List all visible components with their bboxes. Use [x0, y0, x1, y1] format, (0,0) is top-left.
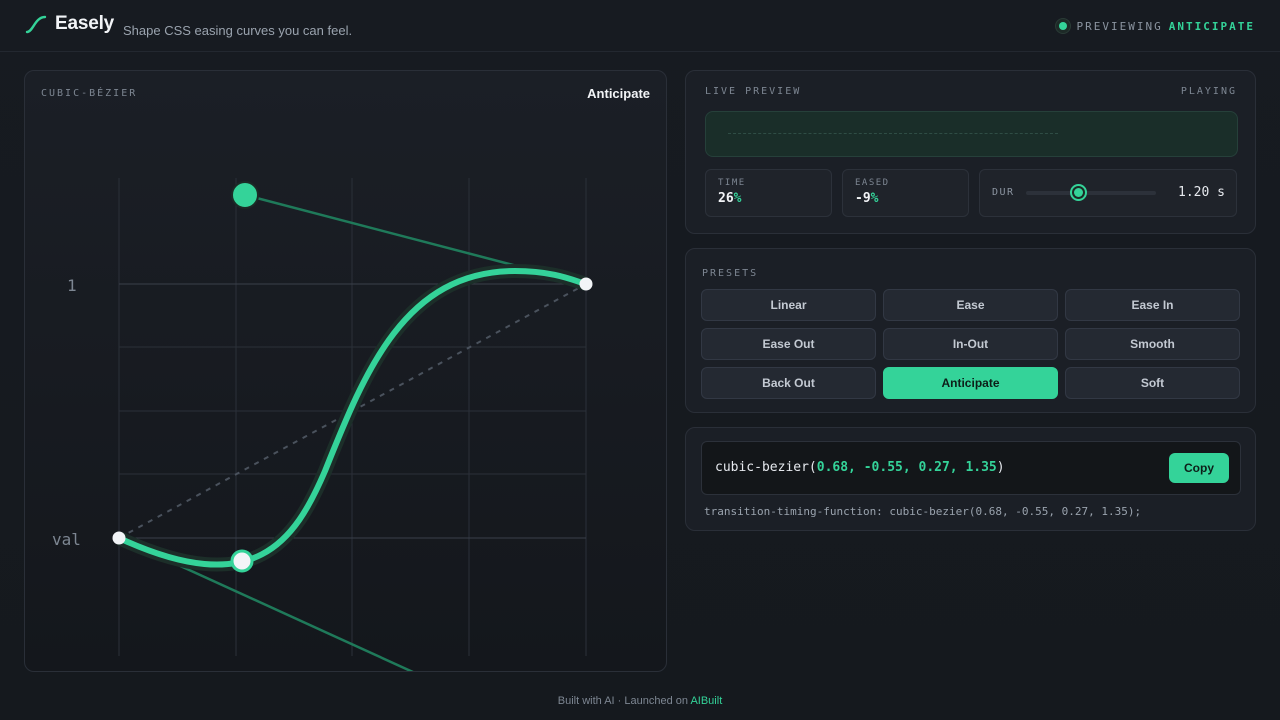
preset-button-ease-in[interactable]: Ease In [1065, 289, 1240, 321]
tagline: Shape CSS easing curves you can feel. [123, 23, 353, 38]
eased-readout: EASED -9% [842, 169, 969, 217]
curve-logo-icon [25, 15, 47, 34]
time-value: 26% [718, 191, 742, 206]
previewing-indicator: PREVIEWING ANTICIPATE [1054, 18, 1255, 34]
axis-label-bottom: val [52, 530, 81, 549]
footer: Built with AI · Launched on AIBuilt [0, 695, 1280, 707]
preset-button-anticipate[interactable]: Anticipate [883, 367, 1058, 399]
bezier-curve-canvas[interactable]: 1 val [25, 71, 667, 672]
duration-slider-thumb[interactable] [1070, 184, 1087, 201]
brand-name: Easely [55, 13, 115, 34]
duration-control: DUR 1.20 s [979, 169, 1237, 217]
status-dot-icon [1054, 18, 1071, 34]
presets-label: PRESETS [702, 268, 759, 279]
time-readout: TIME 26% [705, 169, 832, 217]
code-box: cubic-bezier(0.68, -0.55, 0.27, 1.35) Co… [701, 441, 1241, 495]
live-preview-label: LIVE PREVIEW [705, 86, 802, 97]
preset-button-back-out[interactable]: Back Out [701, 367, 876, 399]
css-declaration[interactable]: transition-timing-function: cubic-bezier… [704, 505, 1141, 518]
duration-slider-track[interactable] [1026, 191, 1156, 195]
preview-track [705, 111, 1238, 157]
footer-link[interactable]: AIBuilt [690, 695, 722, 707]
preset-button-linear[interactable]: Linear [701, 289, 876, 321]
code-output-panel: cubic-bezier(0.68, -0.55, 0.27, 1.35) Co… [685, 427, 1256, 531]
copy-button[interactable]: Copy [1169, 453, 1229, 483]
preset-button-smooth[interactable]: Smooth [1065, 328, 1240, 360]
preset-button-ease[interactable]: Ease [883, 289, 1058, 321]
playing-status: PLAYING [1180, 86, 1237, 97]
preset-button-soft[interactable]: Soft [1065, 367, 1240, 399]
control-point-1-handle[interactable] [230, 549, 254, 573]
motion-trail [728, 133, 1058, 134]
bezier-code[interactable]: cubic-bezier(0.68, -0.55, 0.27, 1.35) [715, 460, 1005, 475]
duration-label: DUR [992, 187, 1015, 198]
axis-label-top: 1 [67, 276, 77, 295]
preset-button-ease-out[interactable]: Ease Out [701, 328, 876, 360]
curve-editor-panel: CUBIC-BÉZIER Anticipate 1 val [24, 70, 667, 672]
time-label: TIME [718, 178, 746, 188]
preset-button-in-out[interactable]: In-Out [883, 328, 1058, 360]
duration-value: 1.20 s [1178, 185, 1225, 200]
app-header: Easely Shape CSS easing curves you can f… [0, 0, 1280, 52]
eased-label: EASED [855, 178, 890, 188]
footer-text: Built with AI · Launched on [557, 695, 688, 707]
start-point [112, 531, 126, 545]
live-preview-panel: LIVE PREVIEW PLAYING TIME 26% EASED -9% … [685, 70, 1256, 234]
control-point-2-handle[interactable] [231, 181, 259, 209]
end-point [579, 277, 593, 291]
eased-value: -9% [855, 191, 879, 206]
previewing-preset-name: ANTICIPATE [1168, 19, 1255, 33]
presets-panel: PRESETS Linear Ease Ease In Ease Out In-… [685, 248, 1256, 413]
previewing-label: PREVIEWING [1076, 19, 1163, 33]
